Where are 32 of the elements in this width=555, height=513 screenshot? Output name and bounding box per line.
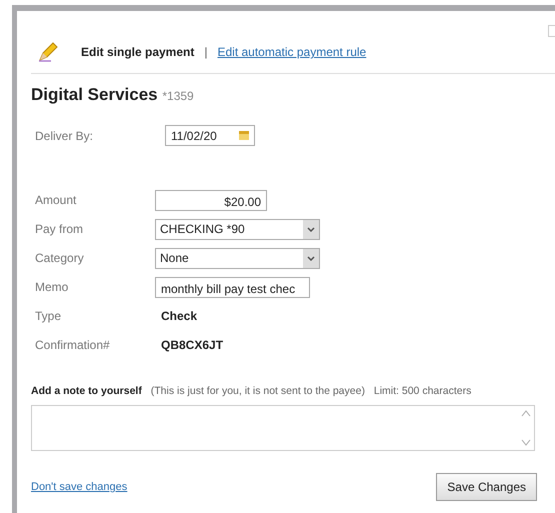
field-label: Amount bbox=[35, 192, 78, 209]
dont-save-changes-link[interactable]: Don't save changes bbox=[31, 479, 128, 496]
chevron-down-icon[interactable] bbox=[307, 256, 315, 260]
date-field[interactable]: 11/02/20 bbox=[165, 125, 255, 146]
field-value: QB8CX6JT bbox=[160, 337, 224, 354]
memo-field[interactable]: monthly bill pay test chec bbox=[155, 276, 310, 298]
separator: | bbox=[204, 44, 208, 61]
field-label: Memo bbox=[35, 279, 70, 296]
character-limit: Limit: 500 characters bbox=[374, 384, 472, 396]
field-label: Type bbox=[35, 308, 62, 325]
dropdown[interactable]: None bbox=[155, 248, 320, 268]
calendar-icon[interactable] bbox=[239, 131, 249, 140]
field-label: Category bbox=[35, 250, 85, 267]
scroll-down-icon[interactable] bbox=[521, 439, 531, 446]
field-value: Check bbox=[160, 308, 198, 325]
note-field[interactable] bbox=[31, 405, 535, 452]
deliver-by-label: Deliver By: bbox=[35, 128, 94, 144]
note-hint: (This is just for you, it is not sent to the payee) bbox=[150, 384, 365, 396]
field-label: Confirmation# bbox=[35, 337, 111, 354]
amount-field[interactable]: $20.00 bbox=[155, 190, 267, 210]
scroll-up-icon[interactable] bbox=[521, 410, 531, 418]
chevron-down-icon[interactable] bbox=[307, 226, 315, 232]
save-changes-button[interactable]: Save Changes bbox=[436, 473, 537, 502]
pencil-icon bbox=[37, 41, 59, 63]
payee-account: *1359 bbox=[162, 89, 194, 103]
edit-automatic-payment-rule-link[interactable]: Edit automatic payment rule bbox=[217, 43, 366, 61]
payee-name: Digital Services bbox=[31, 85, 158, 104]
dropdown[interactable]: CHECKING *90 bbox=[155, 218, 320, 240]
field-label: Pay from bbox=[35, 221, 84, 238]
close-button[interactable] bbox=[548, 25, 555, 37]
edit-single-payment-tab[interactable]: Edit single payment bbox=[81, 43, 194, 61]
note-label: Add a note to yourself bbox=[31, 384, 142, 396]
